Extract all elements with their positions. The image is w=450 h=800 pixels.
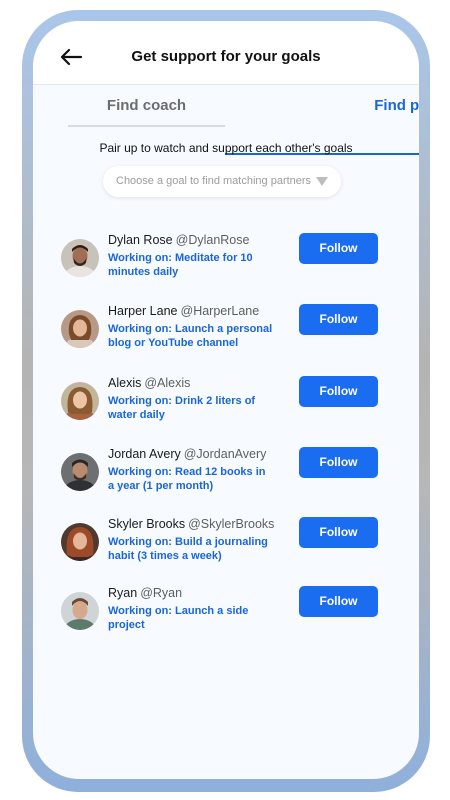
tab-bar: Find coach Find partner [68, 95, 419, 155]
partner-name-line: Skyler Brooks @SkylerBrooks [108, 517, 274, 531]
partner-name: Dylan Rose [108, 233, 173, 247]
partner-handle: @SkylerBrooks [188, 517, 275, 531]
partner-goal: Working on: Launch a personal blog or Yo… [108, 323, 273, 349]
avatar [61, 523, 99, 561]
follow-button[interactable]: Follow [299, 233, 378, 264]
partner-name: Jordan Avery [108, 447, 181, 461]
goal-select-placeholder: Choose a goal to find matching partners [116, 175, 312, 187]
partner-item: Harper Lane @HarperLane Working on: Launc… [33, 304, 419, 364]
partner-goal: Working on: Build a journaling habit (3 … [108, 536, 268, 562]
partner-goal: Working on: Read 12 books in a year (1 p… [108, 466, 266, 492]
partner-item: Dylan Rose @DylanRose Working on: Meditat… [33, 233, 419, 293]
partner-handle: @HarperLane [180, 304, 260, 318]
partner-name: Ryan [108, 586, 138, 600]
partner-goal: Working on: Meditate for 10 minutes dail… [108, 252, 253, 278]
subtitle: Pair up to watch and support each other'… [99, 141, 353, 155]
partner-name: Skyler Brooks [108, 517, 186, 531]
follow-button[interactable]: Follow [299, 376, 378, 407]
partner-goal: Working on: Launch a side project [108, 605, 249, 631]
partner-name: Harper Lane [108, 304, 178, 318]
partner-handle: @Alexis [144, 376, 191, 390]
header: Get support for your goals [33, 21, 419, 85]
partner-name-line: Harper Lane @HarperLane [108, 304, 259, 318]
tab-find-coach[interactable]: Find coach [68, 95, 225, 127]
partner-item: Jordan Avery @JordanAvery Working on: Rea… [33, 447, 419, 507]
dropdown-triangle-icon [316, 177, 328, 186]
partner-handle: @Ryan [140, 586, 183, 600]
follow-button[interactable]: Follow [299, 447, 378, 478]
partner-item: Ryan @Ryan Working on: Launch a side proj… [33, 586, 419, 646]
partner-name-line: Ryan @Ryan [108, 586, 182, 600]
avatar [61, 239, 99, 277]
partner-name-line: Dylan Rose @DylanRose [108, 233, 249, 247]
partner-goal: Working on: Drink 2 liters of water dail… [108, 395, 256, 421]
partner-name-line: Alexis @Alexis [108, 376, 190, 390]
partner-item: Alexis @Alexis Working on: Drink 2 liters… [33, 376, 419, 436]
avatar [61, 382, 99, 420]
partner-item: Skyler Brooks @SkylerBrooks Working on: B… [33, 517, 419, 577]
follow-button[interactable]: Follow [299, 304, 378, 335]
partner-name: Alexis [108, 376, 142, 390]
partner-handle: @DylanRose [175, 233, 250, 247]
partner-handle: @JordanAvery [183, 447, 267, 461]
avatar [61, 310, 99, 348]
follow-button[interactable]: Follow [299, 586, 378, 617]
avatar [61, 453, 99, 491]
partner-name-line: Jordan Avery @JordanAvery [108, 447, 266, 461]
follow-button[interactable]: Follow [299, 517, 378, 548]
goal-select-dropdown[interactable]: Choose a goal to find matching partners [103, 166, 341, 197]
avatar [61, 592, 99, 630]
page-title: Get support for your goals [131, 48, 321, 65]
app-screen: Get support for your goals Find coach Fi… [33, 21, 419, 779]
